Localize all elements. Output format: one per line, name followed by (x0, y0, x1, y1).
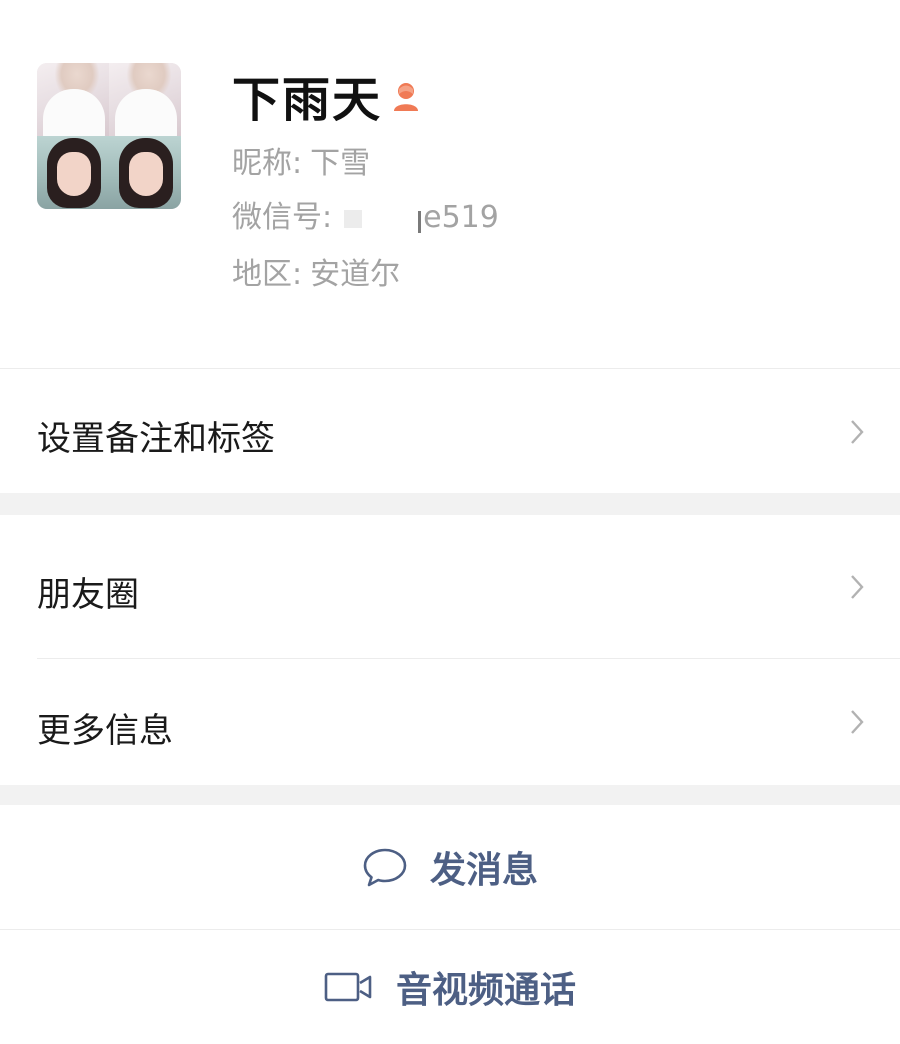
avatar-photo-1 (37, 63, 109, 136)
avatar-photo-4 (109, 136, 181, 209)
section-gap (0, 493, 900, 515)
row-more-info[interactable]: 更多信息 (0, 659, 900, 785)
redaction-mark (418, 211, 422, 233)
video-camera-icon (324, 972, 372, 1002)
video-call-label: 音视频通话 (395, 970, 576, 1011)
video-call-button[interactable]: 音视频通话 (0, 930, 900, 1044)
chevron-right-icon (851, 420, 864, 444)
region-line: 地区: 安道尔 (232, 255, 400, 295)
person-female-icon (394, 83, 418, 111)
wechat-id-value: e519 (423, 200, 499, 235)
wechat-id-line: 微信号: e519 (232, 198, 499, 238)
send-message-label: 发消息 (429, 850, 538, 891)
nickname-value: 下雪 (310, 146, 371, 181)
row-label: 设置备注和标签 (37, 419, 275, 459)
chat-bubble-icon (363, 848, 407, 887)
section-gap (0, 785, 900, 805)
redaction-block (344, 209, 363, 228)
region-label: 地区: (232, 257, 303, 292)
chevron-right-icon (851, 710, 864, 734)
row-label: 朋友圈 (37, 575, 139, 615)
row-label: 更多信息 (37, 711, 173, 751)
avatar[interactable] (37, 63, 181, 209)
region-value: 安道尔 (310, 257, 401, 292)
profile-header: 下雨天 昵称: 下雪 微信号: e519 地区: 安道尔 (0, 0, 900, 368)
wechat-id-label: 微信号: (232, 200, 333, 235)
avatar-photo-3 (37, 136, 109, 209)
chevron-right-icon (851, 575, 864, 599)
row-remark-tags[interactable]: 设置备注和标签 (0, 369, 900, 493)
nickname-line: 昵称: 下雪 (232, 144, 370, 184)
row-moments[interactable]: 朋友圈 (0, 515, 900, 658)
contact-name: 下雨天 (232, 72, 383, 128)
nickname-label: 昵称: (232, 146, 303, 181)
send-message-button[interactable]: 发消息 (0, 805, 900, 929)
avatar-photo-2 (109, 63, 181, 136)
